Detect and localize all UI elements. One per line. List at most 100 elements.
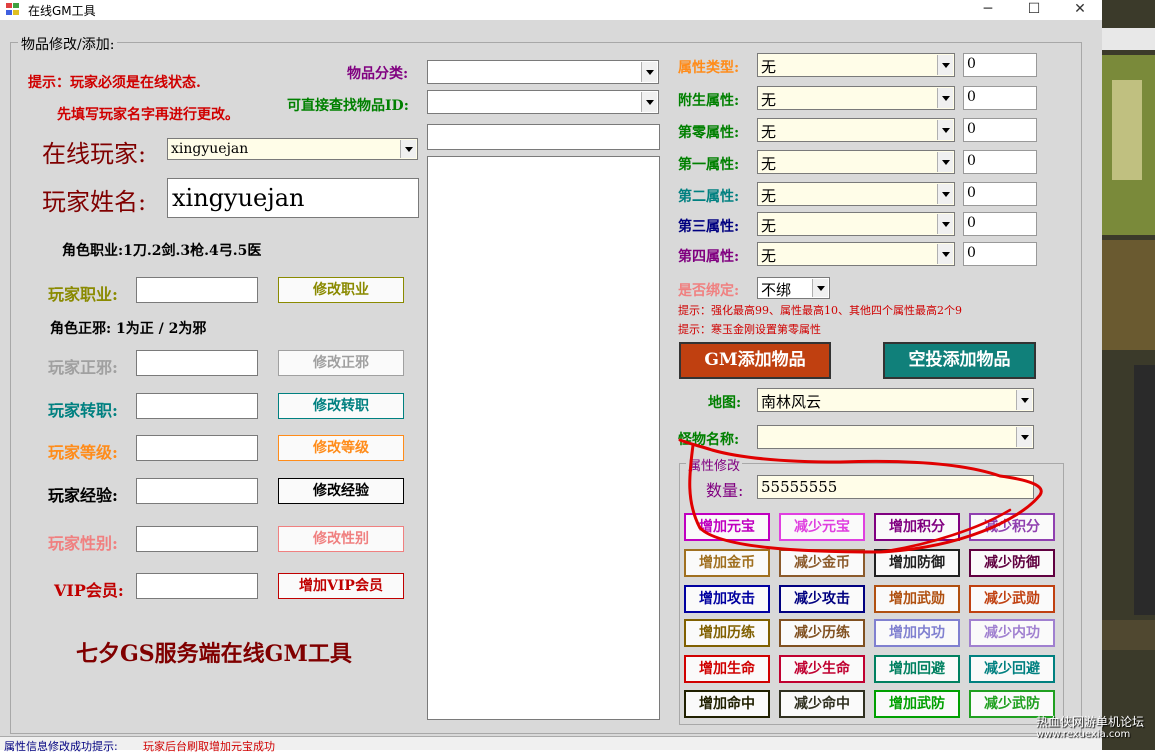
resource-button[interactable]: 增加元宝 bbox=[684, 513, 770, 541]
map-value: 南林风云 bbox=[761, 393, 822, 411]
player-name-label: 玩家姓名: bbox=[42, 188, 147, 216]
player-transfer-label: 玩家转职: bbox=[48, 401, 118, 420]
player-job-input[interactable] bbox=[136, 277, 258, 303]
monster-select[interactable] bbox=[757, 425, 1034, 449]
attr-groupbox-title: 属性修改 bbox=[686, 455, 743, 474]
resource-button[interactable]: 减少金币 bbox=[779, 549, 865, 577]
status-label: 属性信息修改成功提示: bbox=[4, 740, 118, 753]
attr-value-input[interactable]: 0 bbox=[963, 118, 1037, 142]
attr-select[interactable]: 无 bbox=[757, 53, 955, 77]
player-gender-label: 玩家性别: bbox=[48, 534, 118, 553]
attr-select-value: 无 bbox=[761, 123, 777, 141]
maximize-button[interactable]: ☐ bbox=[1011, 0, 1057, 20]
item-search-input[interactable] bbox=[427, 124, 660, 150]
chevron-down-icon bbox=[937, 184, 953, 204]
alignment-hint: 角色正邪: 1为正 / 2为邪 bbox=[50, 321, 207, 337]
resource-button[interactable]: 增加生命 bbox=[684, 655, 770, 683]
resource-button[interactable]: 增加回避 bbox=[874, 655, 960, 683]
modify-level-button[interactable]: 修改等级 bbox=[278, 435, 404, 461]
player-level-input[interactable] bbox=[136, 435, 258, 461]
attr-value-input[interactable]: 0 bbox=[963, 182, 1037, 206]
attr-label: 第一属性: bbox=[678, 157, 740, 173]
resource-button[interactable]: 增加武勋 bbox=[874, 585, 960, 613]
bind-select[interactable]: 不绑 bbox=[757, 277, 830, 299]
resource-button[interactable]: 减少防御 bbox=[969, 549, 1055, 577]
resource-button[interactable]: 减少回避 bbox=[969, 655, 1055, 683]
quantity-input[interactable]: 55555555 bbox=[757, 475, 1034, 499]
airdrop-add-item-button[interactable]: 空投添加物品 bbox=[883, 342, 1036, 379]
modify-transfer-button[interactable]: 修改转职 bbox=[278, 393, 404, 419]
find-id-select[interactable] bbox=[427, 90, 659, 114]
resource-button[interactable]: 减少元宝 bbox=[779, 513, 865, 541]
map-select[interactable]: 南林风云 bbox=[757, 388, 1034, 412]
attr-select[interactable]: 无 bbox=[757, 182, 955, 206]
item-list[interactable] bbox=[427, 156, 660, 720]
map-label: 地图: bbox=[708, 395, 742, 411]
chevron-down-icon bbox=[641, 62, 657, 82]
bind-label: 是否绑定: bbox=[678, 283, 740, 299]
modify-job-button[interactable]: 修改职业 bbox=[278, 277, 404, 303]
player-job-label: 玩家职业: bbox=[48, 285, 118, 304]
resource-button[interactable]: 增加攻击 bbox=[684, 585, 770, 613]
attr-select[interactable]: 无 bbox=[757, 118, 955, 142]
player-alignment-input[interactable] bbox=[136, 350, 258, 376]
status-bar: 属性信息修改成功提示: 玩家后台刷取增加元宝成功 bbox=[0, 736, 1102, 753]
attr-select[interactable]: 无 bbox=[757, 212, 955, 236]
status-message: 玩家后台刷取增加元宝成功 bbox=[143, 740, 275, 753]
job-hint: 角色职业:1刀.2剑.3枪.4弓.5医 bbox=[62, 243, 262, 259]
minimize-button[interactable]: ─ bbox=[965, 0, 1011, 20]
attr-select[interactable]: 无 bbox=[757, 242, 955, 266]
chevron-down-icon bbox=[812, 279, 828, 297]
resource-button[interactable]: 增加积分 bbox=[874, 513, 960, 541]
attr-value-input[interactable]: 0 bbox=[963, 150, 1037, 174]
app-icon bbox=[6, 3, 20, 16]
chevron-down-icon bbox=[641, 92, 657, 112]
bind-value: 不绑 bbox=[761, 281, 792, 299]
resource-button[interactable]: 减少武勋 bbox=[969, 585, 1055, 613]
footer-title: 七夕GS服务端在线GM工具 bbox=[76, 641, 352, 667]
player-gender-input[interactable] bbox=[136, 526, 258, 552]
player-transfer-input[interactable] bbox=[136, 393, 258, 419]
chevron-down-icon bbox=[937, 88, 953, 108]
resource-button[interactable]: 减少内功 bbox=[969, 619, 1055, 647]
resource-button[interactable]: 减少积分 bbox=[969, 513, 1055, 541]
chevron-down-icon bbox=[1016, 390, 1032, 410]
online-player-select[interactable]: xingyuejan bbox=[167, 138, 418, 160]
attr-select[interactable]: 无 bbox=[757, 150, 955, 174]
attr-value-input[interactable]: 0 bbox=[963, 86, 1037, 110]
resource-button[interactable]: 减少历练 bbox=[779, 619, 865, 647]
tip-online: 提示：玩家必须是在线状态. bbox=[28, 75, 201, 91]
resource-button[interactable]: 增加历练 bbox=[684, 619, 770, 647]
resource-button[interactable]: 增加防御 bbox=[874, 549, 960, 577]
resource-button[interactable]: 增加金币 bbox=[684, 549, 770, 577]
online-player-value: xingyuejan bbox=[171, 141, 249, 157]
category-select[interactable] bbox=[427, 60, 659, 84]
attr-value-input[interactable]: 0 bbox=[963, 242, 1037, 266]
attr-label: 第零属性: bbox=[678, 125, 740, 141]
player-vip-input[interactable] bbox=[136, 573, 258, 599]
resource-button[interactable]: 减少生命 bbox=[779, 655, 865, 683]
attr-select[interactable]: 无 bbox=[757, 86, 955, 110]
close-button[interactable]: ✕ bbox=[1057, 0, 1103, 20]
modify-vip-button[interactable]: 增加VIP会员 bbox=[278, 573, 404, 599]
online-player-label: 在线玩家: bbox=[42, 140, 147, 168]
resource-button[interactable]: 增加武防 bbox=[874, 690, 960, 718]
modify-alignment-button[interactable]: 修改正邪 bbox=[278, 350, 404, 376]
player-name-input[interactable]: xingyuejan bbox=[167, 178, 419, 218]
resource-button[interactable]: 增加命中 bbox=[684, 690, 770, 718]
attr-label: 附生属性: bbox=[678, 93, 740, 109]
modify-exp-button[interactable]: 修改经验 bbox=[278, 478, 404, 504]
attr-select-value: 无 bbox=[761, 247, 777, 265]
find-id-label: 可直接查找物品ID: bbox=[287, 98, 409, 114]
resource-button[interactable]: 减少攻击 bbox=[779, 585, 865, 613]
gm-add-item-button[interactable]: GM添加物品 bbox=[679, 342, 831, 379]
resource-button[interactable]: 增加内功 bbox=[874, 619, 960, 647]
player-exp-input[interactable] bbox=[136, 478, 258, 504]
modify-gender-button[interactable]: 修改性别 bbox=[278, 526, 404, 552]
attr-select-value: 无 bbox=[761, 91, 777, 109]
attr-value-input[interactable]: 0 bbox=[963, 53, 1037, 77]
attr-value-input[interactable]: 0 bbox=[963, 212, 1037, 236]
resource-button[interactable]: 减少命中 bbox=[779, 690, 865, 718]
watermark-line2: www.rexuexia.com bbox=[1036, 729, 1131, 740]
background-game-window bbox=[1102, 0, 1155, 750]
